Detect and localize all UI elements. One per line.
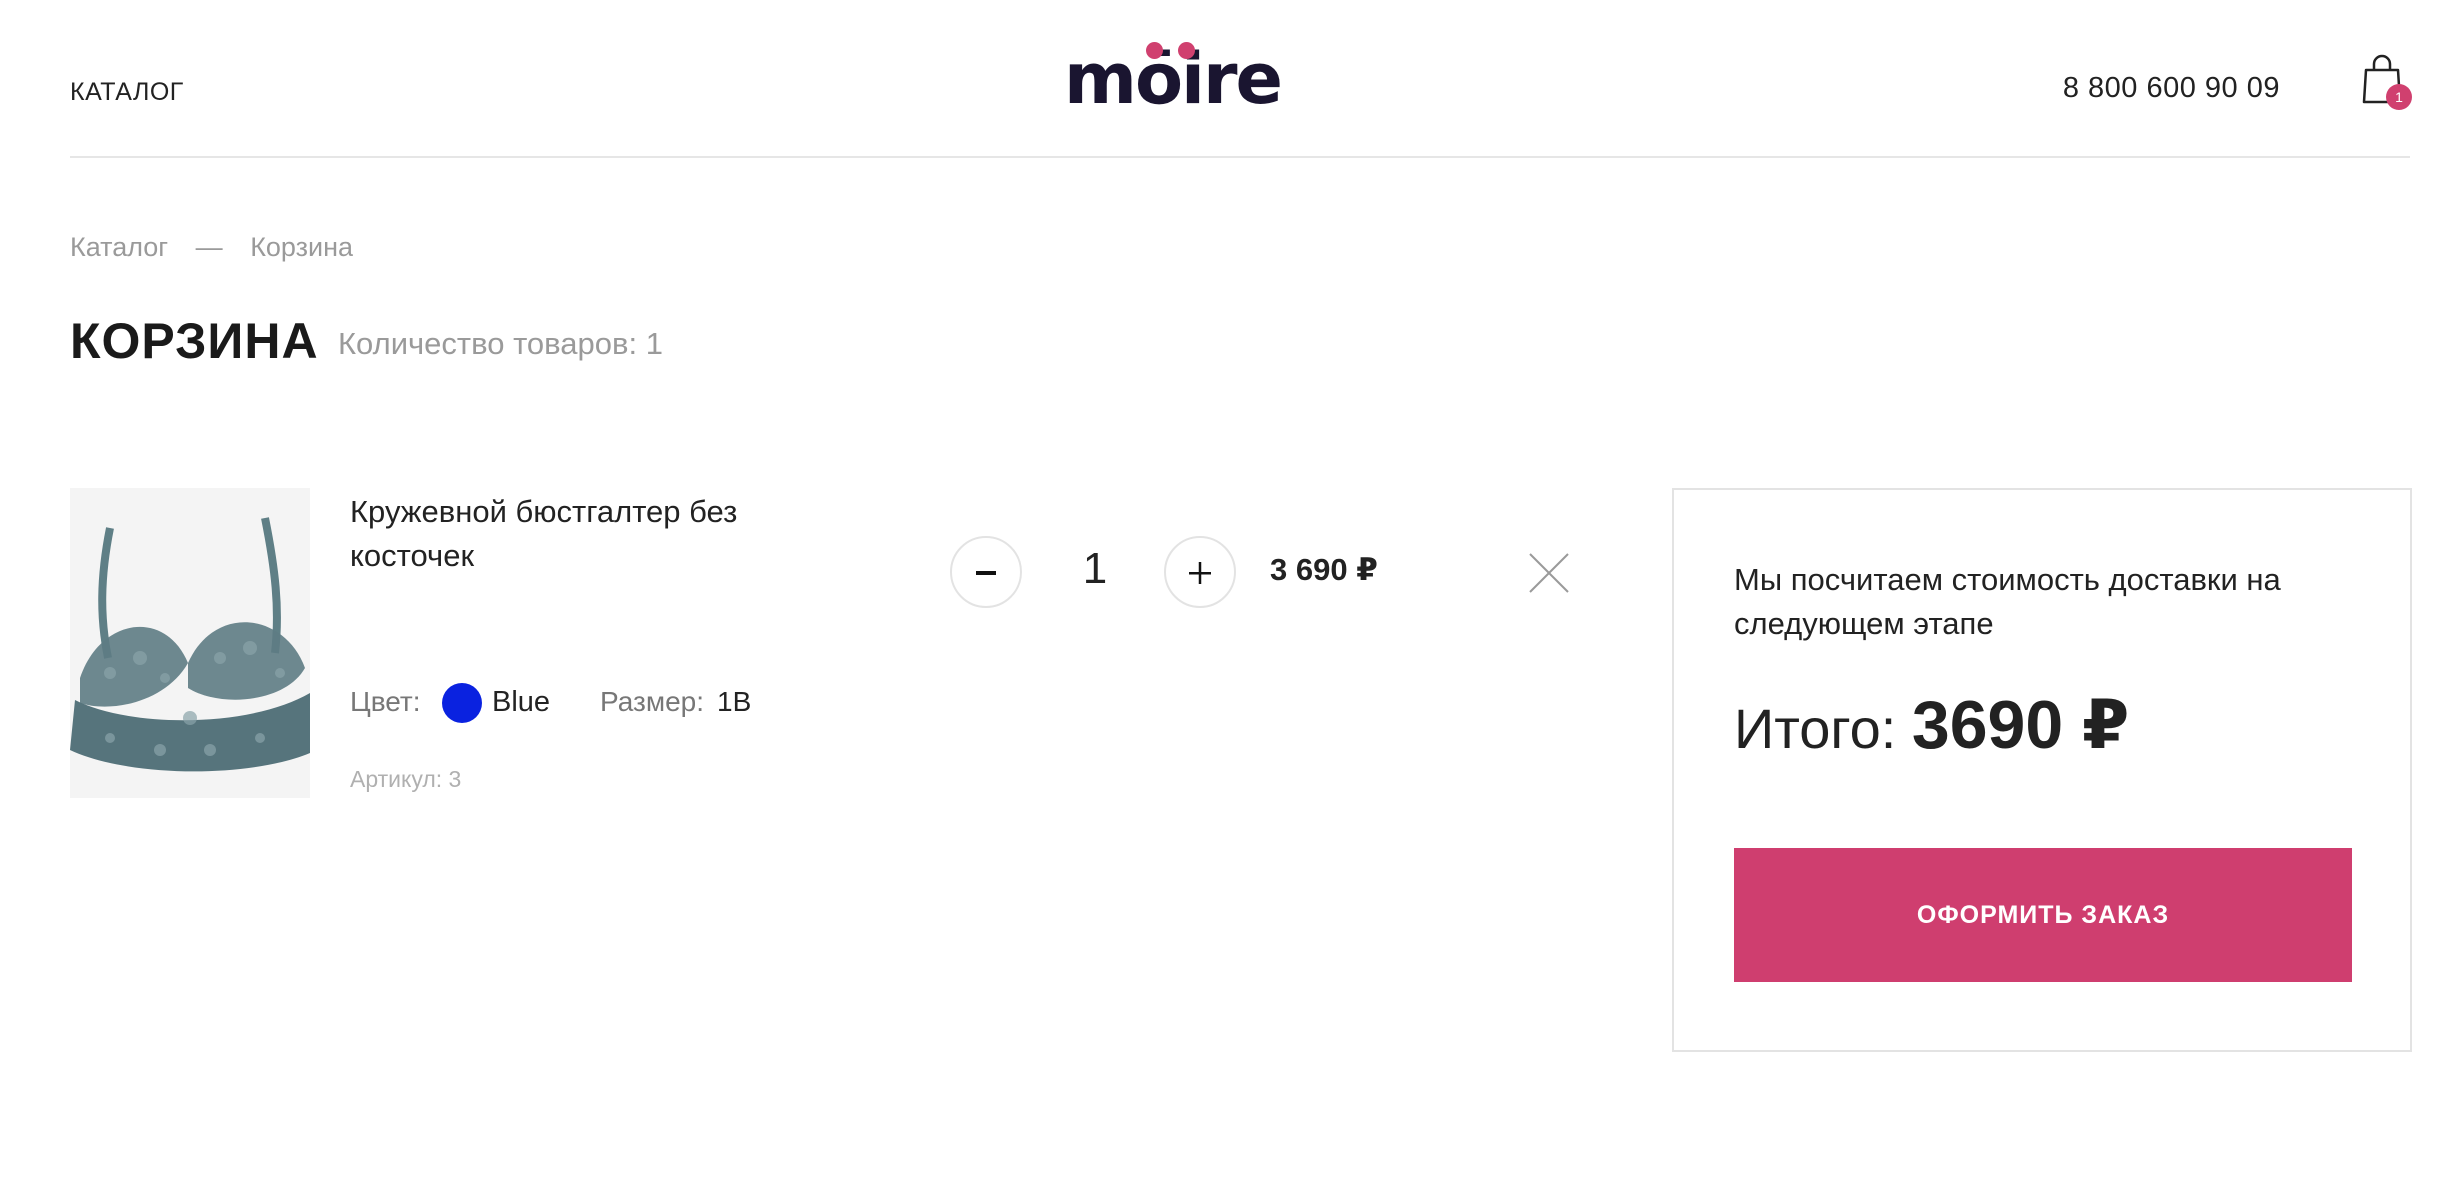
checkout-button[interactable]: ОФОРМИТЬ ЗАКАЗ xyxy=(1734,848,2352,982)
total-value: 3690 ₽ xyxy=(1911,687,2130,763)
color-value: Blue xyxy=(492,686,551,718)
size-value: 1B xyxy=(717,686,752,717)
plus-icon xyxy=(1189,562,1211,585)
items-count: Количество товаров: 1 xyxy=(338,326,663,361)
product-photo-illustration xyxy=(70,488,310,798)
breadcrumb: Каталог — Корзина xyxy=(70,232,353,263)
page-title: КОРЗИНА xyxy=(70,313,319,369)
total-label: Итого: xyxy=(1734,697,1912,760)
logo-dot-left xyxy=(1146,42,1163,59)
minus-icon xyxy=(976,571,996,576)
quantity-decrease-button[interactable] xyxy=(950,536,1022,608)
delivery-note: Мы посчитаем стоимость доставки на следу… xyxy=(1734,562,2281,641)
catalog-nav-link[interactable]: КАТАЛОГ xyxy=(70,78,184,107)
color-swatch xyxy=(442,683,482,723)
logo[interactable]: mōire xyxy=(1064,38,1304,118)
site-header: КАТАЛОГ mōire 8 800 600 90 09 1 xyxy=(70,0,2412,158)
remove-item-button[interactable] xyxy=(1528,552,1570,594)
item-price: 3 690 ₽ xyxy=(1270,552,1378,587)
quantity-value: 1 xyxy=(1082,544,1108,593)
breadcrumb-item-cart[interactable]: Корзина xyxy=(250,232,353,262)
order-total: Итого: 3690 ₽ xyxy=(1734,686,2129,765)
product-image[interactable] xyxy=(70,488,310,798)
phone-link[interactable]: 8 800 600 90 09 xyxy=(2063,72,2280,105)
logo-text: mōire xyxy=(1064,38,1283,120)
order-summary: Мы посчитаем стоимость доставки на следу… xyxy=(1672,488,2412,1052)
breadcrumb-separator: — xyxy=(195,232,223,262)
product-name[interactable]: Кружевной бюстгалтер без косточек xyxy=(350,490,770,578)
logo-dot-right xyxy=(1178,42,1195,59)
cart-count-badge: 1 xyxy=(2386,84,2412,110)
breadcrumb-item-catalog[interactable]: Каталог xyxy=(70,232,168,262)
cart-icon[interactable]: 1 xyxy=(2362,54,2412,112)
quantity-increase-button[interactable] xyxy=(1164,536,1236,608)
close-icon xyxy=(1529,553,1569,593)
color-label: Цвет: xyxy=(350,686,421,717)
article-number: Артикул: 3 xyxy=(350,766,462,792)
size-label: Размер: xyxy=(600,686,705,717)
